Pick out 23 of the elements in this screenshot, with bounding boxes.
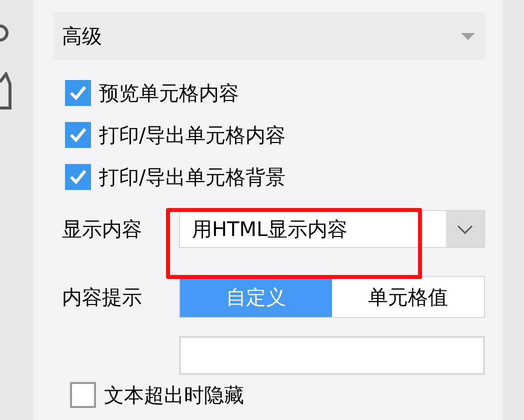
checkmark-icon (69, 127, 87, 143)
dropdown-value: 用HTML显示内容 (191, 216, 349, 243)
hint-input[interactable] (179, 336, 485, 375)
ring-icon[interactable] (0, 24, 10, 42)
section-header[interactable]: 高级 (53, 12, 485, 60)
field-label: 显示内容 (61, 216, 143, 243)
checkmark-icon (69, 85, 87, 101)
option-label: 打印/导出单元格内容 (99, 122, 286, 149)
option-label: 预览单元格内容 (99, 80, 239, 107)
document-icon[interactable] (0, 72, 12, 110)
content-dropdown[interactable]: 用HTML显示内容 (179, 210, 485, 248)
chevron-down-icon (457, 224, 473, 234)
dropdown-button[interactable] (446, 211, 484, 247)
checkbox[interactable] (70, 382, 96, 408)
section-title: 高级 (62, 23, 102, 50)
caret-icon (460, 32, 476, 40)
checkbox[interactable] (65, 122, 91, 148)
field-label: 内容提示 (61, 284, 143, 311)
checkmark-icon (69, 169, 87, 185)
checkbox[interactable] (65, 80, 91, 106)
option-label: 打印/导出单元格背景 (99, 164, 286, 191)
checkbox[interactable] (65, 164, 91, 190)
option-label: 文本超出时隐藏 (104, 382, 244, 409)
